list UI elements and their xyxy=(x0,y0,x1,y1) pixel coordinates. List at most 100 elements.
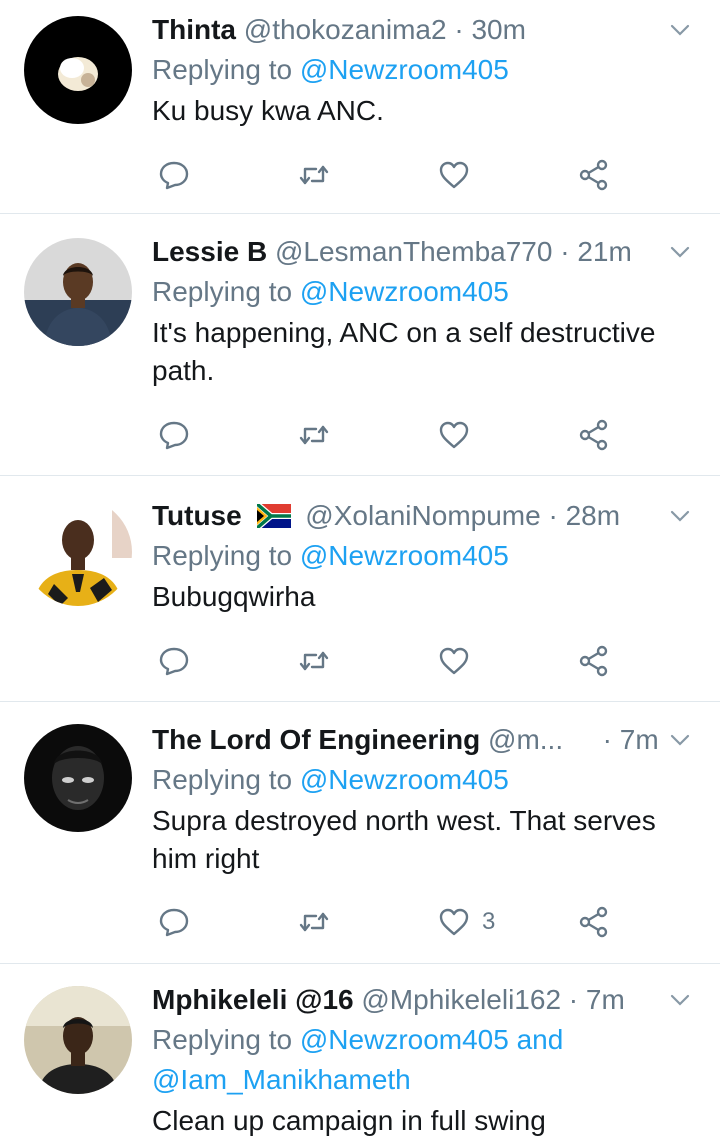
chevron-down-icon[interactable] xyxy=(666,986,694,1014)
like-button[interactable]: 3 xyxy=(436,902,495,942)
user-handle[interactable]: @LesmanThemba770 xyxy=(275,236,552,267)
like-button[interactable] xyxy=(436,155,482,195)
timestamp[interactable]: 28m xyxy=(566,500,620,531)
display-name[interactable]: The Lord Of Engineering xyxy=(152,724,480,755)
like-button[interactable] xyxy=(436,641,482,681)
retweet-button[interactable] xyxy=(296,415,332,455)
separator-dot: · xyxy=(568,984,579,1015)
mention-link[interactable]: @Iam_Manikhameth xyxy=(152,1064,411,1095)
avatar[interactable] xyxy=(24,16,132,124)
tweet-text: It's happening, ANC on a self destructiv… xyxy=(152,317,656,386)
mention-link[interactable]: @Newzroom405 xyxy=(300,540,509,571)
mention-link[interactable]: @Newzroom405 xyxy=(300,764,509,795)
like-button[interactable] xyxy=(436,415,482,455)
timestamp[interactable]: 21m xyxy=(577,236,631,267)
chevron-down-icon[interactable] xyxy=(666,16,694,44)
timestamp[interactable]: 7m xyxy=(586,984,625,1015)
timeline-feed: Thinta @thokozanima2 · 30m Replying to @… xyxy=(0,0,720,1145)
tweet-header: Lessie B @LesmanThemba770 · 21m xyxy=(152,232,700,272)
share-icon xyxy=(579,159,608,191)
chevron-down-icon[interactable] xyxy=(666,502,694,530)
chevron-down-icon[interactable] xyxy=(666,238,694,266)
south-africa-flag-icon xyxy=(257,504,292,528)
like-count: 3 xyxy=(482,908,496,935)
avatar[interactable] xyxy=(24,986,132,1094)
retweet-button[interactable] xyxy=(296,641,332,681)
tweet-actions: 3 xyxy=(152,902,632,942)
replying-to-label: Replying to xyxy=(152,54,293,85)
chevron-down-icon[interactable] xyxy=(666,726,694,754)
retweet-icon xyxy=(299,651,329,671)
tweet[interactable]: The Lord Of Engineering @m... · 7m Reply… xyxy=(0,702,720,964)
retweet-icon xyxy=(299,912,329,932)
heart-icon xyxy=(439,908,469,936)
mention-link[interactable]: @Newzroom405 xyxy=(300,276,509,307)
tweet[interactable]: Tutuse @XolaniNompume · 28m Replying to … xyxy=(0,476,720,702)
mention-link[interactable]: @Newzroom405 xyxy=(300,1024,509,1055)
tweet-header: Mphikeleli @16 @Mphikeleli162 · 7m xyxy=(152,980,700,1020)
reply-icon xyxy=(159,421,189,450)
tweet[interactable]: Thinta @thokozanima2 · 30m Replying to @… xyxy=(0,0,720,214)
reply-button[interactable] xyxy=(156,155,192,195)
mention-conjunction: and xyxy=(516,1024,564,1055)
replying-to-line: Replying to @Newzroom405 xyxy=(152,272,700,312)
replying-to-line-2: @Iam_Manikhameth xyxy=(152,1060,700,1100)
share-icon xyxy=(579,906,608,938)
user-handle[interactable]: @m... xyxy=(488,724,563,755)
tweet-text: Clean up campaign in full swing xyxy=(152,1105,546,1136)
tweet-text: Ku busy kwa ANC. xyxy=(152,95,384,126)
retweet-icon xyxy=(299,165,329,185)
share-button[interactable] xyxy=(576,415,612,455)
share-button[interactable] xyxy=(576,902,612,942)
display-name[interactable]: Mphikeleli @16 xyxy=(152,984,354,1015)
replying-to-line: Replying to @Newzroom405 xyxy=(152,760,700,800)
avatar[interactable] xyxy=(24,238,132,346)
heart-icon xyxy=(439,161,469,189)
separator-dot: · xyxy=(454,14,464,45)
tweet-text: Bubugqwirha xyxy=(152,581,316,612)
timestamp[interactable]: 30m xyxy=(471,14,525,45)
tweet-header: Tutuse @XolaniNompume · 28m xyxy=(152,496,700,536)
tweet-actions xyxy=(152,155,632,195)
reply-button[interactable] xyxy=(156,902,192,942)
retweet-button[interactable] xyxy=(296,902,332,942)
tweet-header: Thinta @thokozanima2 · 30m xyxy=(152,10,700,50)
retweet-icon xyxy=(299,425,329,445)
avatar[interactable] xyxy=(24,498,132,606)
tweet[interactable]: Lessie B @LesmanThemba770 · 21m Replying… xyxy=(0,214,720,476)
replying-to-line: Replying to @Newzroom405 xyxy=(152,536,700,576)
avatar[interactable] xyxy=(24,724,132,832)
heart-icon xyxy=(439,647,469,675)
replying-to-label: Replying to xyxy=(152,540,293,571)
display-name[interactable]: Thinta xyxy=(152,14,236,45)
user-handle[interactable]: @thokozanima2 xyxy=(244,14,447,45)
heart-icon xyxy=(439,421,469,449)
reply-button[interactable] xyxy=(156,415,192,455)
share-icon xyxy=(579,645,608,677)
share-button[interactable] xyxy=(576,155,612,195)
share-icon xyxy=(579,419,608,451)
tweet[interactable]: Mphikeleli @16 @Mphikeleli162 · 7m Reply… xyxy=(0,964,720,1145)
reply-button[interactable] xyxy=(156,641,192,681)
timestamp[interactable]: 7m xyxy=(620,724,659,755)
replying-to-line: Replying to @Newzroom405 and xyxy=(152,1020,700,1060)
user-handle[interactable]: @Mphikeleli162 xyxy=(361,984,561,1015)
separator-dot: · xyxy=(560,236,570,267)
tweet-actions xyxy=(152,641,632,681)
mention-link[interactable]: @Newzroom405 xyxy=(300,54,509,85)
separator-dot: · xyxy=(602,724,612,755)
separator-dot: · xyxy=(548,500,558,531)
reply-icon xyxy=(159,647,189,676)
display-name[interactable]: Lessie B xyxy=(152,236,267,267)
tweet-text: Supra destroyed north west. That serves … xyxy=(152,805,656,874)
replying-to-label: Replying to xyxy=(152,276,293,307)
share-button[interactable] xyxy=(576,641,612,681)
display-name[interactable]: Tutuse xyxy=(152,500,242,531)
tweet-header: The Lord Of Engineering @m... · 7m xyxy=(152,720,700,760)
replying-to-label: Replying to xyxy=(152,1024,293,1055)
replying-to-label: Replying to xyxy=(152,764,293,795)
user-handle[interactable]: @XolaniNompume xyxy=(305,500,540,531)
reply-icon xyxy=(159,908,189,937)
retweet-button[interactable] xyxy=(296,155,332,195)
replying-to-line: Replying to @Newzroom405 xyxy=(152,50,700,90)
